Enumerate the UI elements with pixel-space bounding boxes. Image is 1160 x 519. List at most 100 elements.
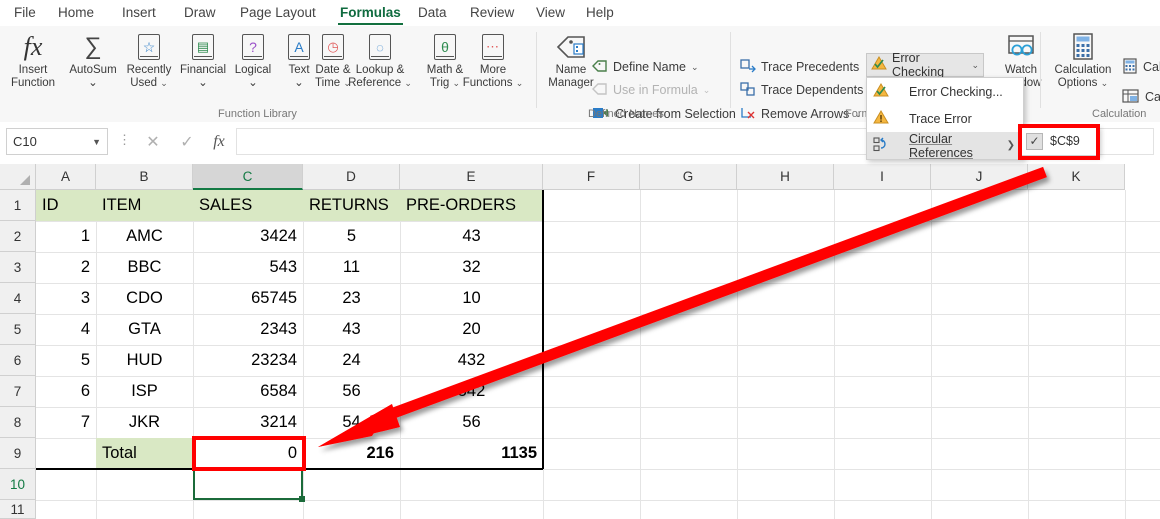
cell-E8[interactable]: 56 xyxy=(400,407,543,438)
row-header-10[interactable]: 10 xyxy=(0,469,36,500)
cell-E1[interactable]: PRE-ORDERS xyxy=(400,190,543,221)
trace-precedents-button[interactable]: Trace Precedents xyxy=(740,56,859,78)
enter-icon[interactable]: ✓ xyxy=(170,128,204,155)
cell-A7[interactable]: 6 xyxy=(36,376,96,407)
tab-draw[interactable]: Draw xyxy=(176,0,224,26)
tab-page-layout[interactable]: Page Layout xyxy=(232,0,324,26)
cell-E3[interactable]: 32 xyxy=(400,252,543,283)
chevron-down-icon[interactable]: ▼ xyxy=(92,137,101,147)
calculate-sheet-button[interactable]: Calc xyxy=(1122,86,1160,108)
row-header-7[interactable]: 7 xyxy=(0,376,36,407)
column-header-e[interactable]: E xyxy=(400,164,543,190)
cancel-icon[interactable]: ✕ xyxy=(136,128,170,155)
insert-function-button[interactable]: fx Insert Function xyxy=(2,30,64,89)
column-header-h[interactable]: H xyxy=(737,164,834,190)
cell-C7[interactable]: 6584 xyxy=(193,376,303,407)
cell-D8[interactable]: 54 xyxy=(303,407,400,438)
tab-review[interactable]: Review xyxy=(462,0,522,26)
cell-A5[interactable]: 4 xyxy=(36,314,96,345)
tab-home[interactable]: Home xyxy=(50,0,102,26)
cell-A3[interactable]: 2 xyxy=(36,252,96,283)
cell-C8[interactable]: 3214 xyxy=(193,407,303,438)
column-header-k[interactable]: K xyxy=(1028,164,1125,190)
cell-B6[interactable]: HUD xyxy=(96,345,193,376)
column-header-c[interactable]: C xyxy=(193,164,303,190)
cell-B1[interactable]: ITEM xyxy=(96,190,193,221)
row-header-1[interactable]: 1 xyxy=(0,190,36,221)
lookup-reference-button[interactable]: ◌ Lookup & Reference ⌄ xyxy=(346,30,414,89)
cell-D1[interactable]: RETURNS xyxy=(303,190,400,221)
cell-C2[interactable]: 3424 xyxy=(193,221,303,252)
tab-view[interactable]: View xyxy=(528,0,573,26)
tab-formulas[interactable]: Formulas xyxy=(332,0,409,26)
cell-E9[interactable]: 1135 xyxy=(400,438,543,469)
chevron-down-icon[interactable]: ⌄ xyxy=(691,62,699,73)
trace-dependents-button[interactable]: Trace Dependents xyxy=(740,79,863,101)
cell-B4[interactable]: CDO xyxy=(96,283,193,314)
select-all-corner[interactable] xyxy=(0,164,36,190)
cell-B5[interactable]: GTA xyxy=(96,314,193,345)
calculate-now-button[interactable]: Calc xyxy=(1122,56,1160,78)
row-header-6[interactable]: 6 xyxy=(0,345,36,376)
row-header-3[interactable]: 3 xyxy=(0,252,36,283)
cell-E7[interactable]: 542 xyxy=(400,376,543,407)
row-header-9[interactable]: 9 xyxy=(0,438,36,469)
cell-B3[interactable]: BBC xyxy=(96,252,193,283)
menu-item-trace-error[interactable]: Trace Error xyxy=(867,105,1023,132)
row-header-5[interactable]: 5 xyxy=(0,314,36,345)
error-checking-button[interactable]: Error Checking ⌄ xyxy=(866,51,984,79)
column-header-a[interactable]: A xyxy=(36,164,96,190)
cell-A4[interactable]: 3 xyxy=(36,283,96,314)
cell-A8[interactable]: 7 xyxy=(36,407,96,438)
row-header-8[interactable]: 8 xyxy=(0,407,36,438)
autosum-button[interactable]: ∑ AutoSum ⌄ xyxy=(62,30,124,89)
recently-used-button[interactable]: ☆ Recently Used ⌄ xyxy=(118,30,180,89)
cell-B7[interactable]: ISP xyxy=(96,376,193,407)
column-header-d[interactable]: D xyxy=(303,164,400,190)
menu-item-error-checking[interactable]: Error Checking... xyxy=(867,78,1023,105)
column-header-g[interactable]: G xyxy=(640,164,737,190)
column-header-b[interactable]: B xyxy=(96,164,193,190)
cell-C5[interactable]: 2343 xyxy=(193,314,303,345)
tab-help[interactable]: Help xyxy=(578,0,622,26)
row-header-11[interactable]: 11 xyxy=(0,500,36,519)
cell-D2[interactable]: 5 xyxy=(303,221,400,252)
cell-C1[interactable]: SALES xyxy=(193,190,303,221)
define-name-button[interactable]: Define Name ⌄ xyxy=(592,56,699,78)
calculation-options-button[interactable]: Calculation Options ⌄ xyxy=(1046,30,1120,89)
cell-A2[interactable]: 1 xyxy=(36,221,96,252)
cell-E4[interactable]: 10 xyxy=(400,283,543,314)
chevron-down-icon[interactable]: ⌄ xyxy=(971,60,979,71)
cell-A1[interactable]: ID xyxy=(36,190,96,221)
row-header-2[interactable]: 2 xyxy=(0,221,36,252)
cell-A6[interactable]: 5 xyxy=(36,345,96,376)
cell-B2[interactable]: AMC xyxy=(96,221,193,252)
selected-cell-c10[interactable] xyxy=(193,469,303,500)
cell-E5[interactable]: 20 xyxy=(400,314,543,345)
cell-B9[interactable]: Total xyxy=(96,438,193,469)
tab-data[interactable]: Data xyxy=(410,0,455,26)
column-header-i[interactable]: I xyxy=(834,164,931,190)
cell-E6[interactable]: 432 xyxy=(400,345,543,376)
row-header-4[interactable]: 4 xyxy=(0,283,36,314)
cell-D5[interactable]: 43 xyxy=(303,314,400,345)
insert-function-icon[interactable]: fx xyxy=(204,128,234,155)
cell-D4[interactable]: 23 xyxy=(303,283,400,314)
cell-D3[interactable]: 11 xyxy=(303,252,400,283)
cell-B8[interactable]: JKR xyxy=(96,407,193,438)
menu-item-circular-references[interactable]: Circular References ❯ xyxy=(867,132,1023,160)
column-header-j[interactable]: J xyxy=(931,164,1028,190)
cell-D7[interactable]: 56 xyxy=(303,376,400,407)
name-box[interactable]: C10 ▼ xyxy=(6,128,108,155)
cell-C6[interactable]: 23234 xyxy=(193,345,303,376)
tab-file[interactable]: File xyxy=(6,0,44,26)
cell-C4[interactable]: 65745 xyxy=(193,283,303,314)
tab-insert[interactable]: Insert xyxy=(114,0,164,26)
fill-handle[interactable] xyxy=(299,496,305,502)
cell-C3[interactable]: 543 xyxy=(193,252,303,283)
cell-D6[interactable]: 24 xyxy=(303,345,400,376)
column-header-f[interactable]: F xyxy=(543,164,640,190)
cell-D9[interactable]: 216 xyxy=(303,438,400,469)
cell-E2[interactable]: 43 xyxy=(400,221,543,252)
more-functions-button[interactable]: ⋯ More Functions ⌄ xyxy=(458,30,528,89)
